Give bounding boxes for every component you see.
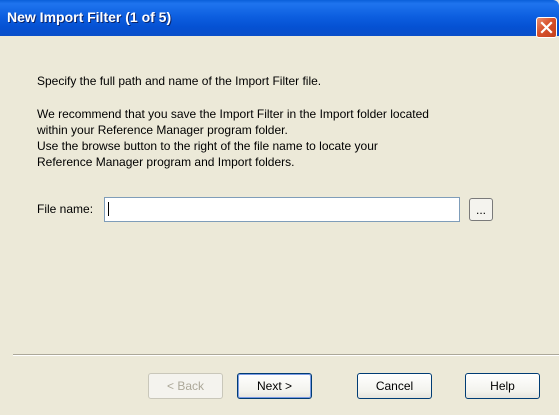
text-caret <box>108 202 109 216</box>
recommendation-line-1: We recommend that you save the Import Fi… <box>37 107 429 121</box>
file-name-label: File name: <box>37 202 94 216</box>
window-title: New Import Filter (1 of 5) <box>7 9 172 25</box>
file-name-input[interactable] <box>104 197 460 222</box>
dialog-content: Specify the full path and name of the Im… <box>0 36 559 415</box>
cancel-button[interactable]: Cancel <box>357 373 432 399</box>
recommendation-line-3: Use the browse button to the right of th… <box>37 139 378 153</box>
recommendation-line-4: Reference Manager program and Import fol… <box>37 155 295 169</box>
instruction-text: Specify the full path and name of the Im… <box>37 74 322 88</box>
back-button[interactable]: < Back <box>148 373 223 399</box>
recommendation-line-2: within your Reference Manager program fo… <box>37 123 288 137</box>
help-button[interactable]: Help <box>465 373 540 399</box>
close-icon <box>540 21 553 34</box>
title-bar: New Import Filter (1 of 5) <box>0 0 559 38</box>
next-button[interactable]: Next > <box>237 373 312 399</box>
separator-highlight <box>13 355 559 356</box>
close-button[interactable] <box>536 17 557 38</box>
browse-button[interactable]: ... <box>469 198 493 221</box>
dialog-window: New Import Filter (1 of 5) Specify the f… <box>0 0 559 415</box>
